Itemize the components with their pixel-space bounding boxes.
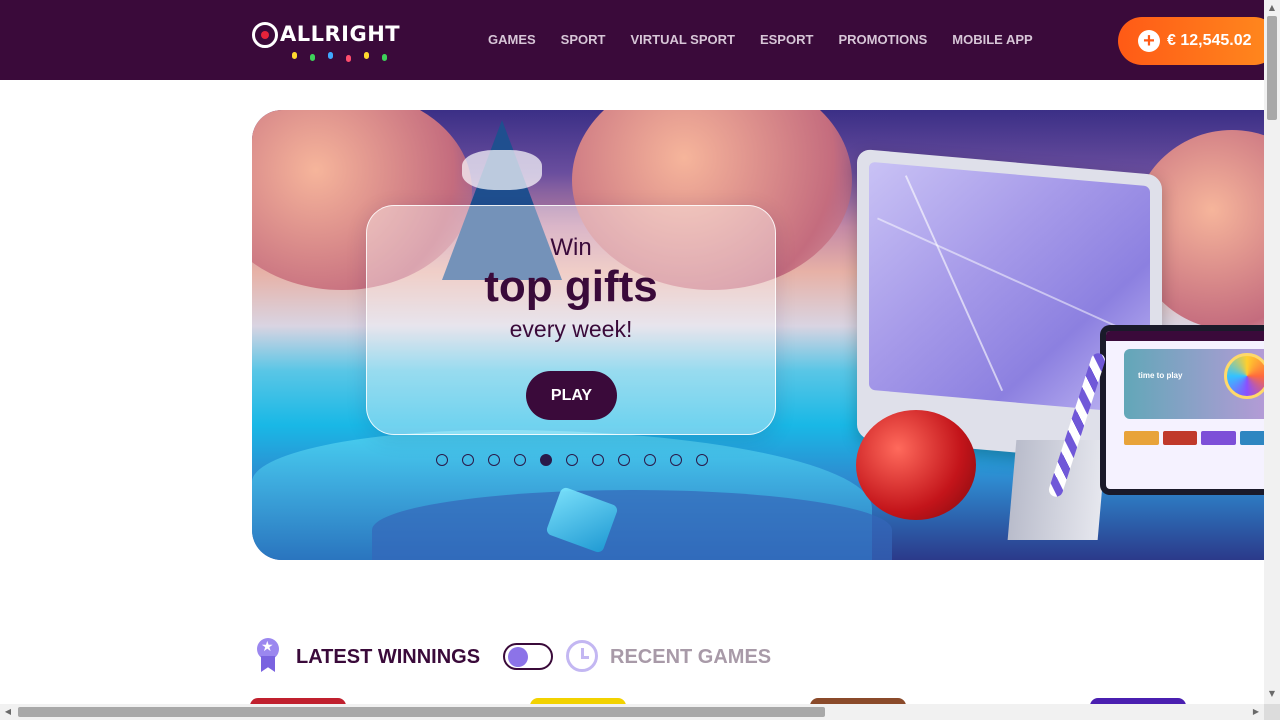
balance-deposit-button[interactable]: + € 12,545.02 bbox=[1118, 17, 1278, 65]
winnings-header: ★ LATEST WINNINGS RECENT GAMES bbox=[255, 636, 815, 676]
nav-esport[interactable]: ESPORT bbox=[760, 32, 813, 52]
wheel-icon bbox=[1224, 353, 1264, 399]
nav-games[interactable]: GAMES bbox=[488, 32, 536, 52]
scroll-up-arrow-icon[interactable]: ▲ bbox=[1264, 0, 1280, 16]
carousel-dot[interactable] bbox=[566, 454, 578, 466]
carousel-dot[interactable] bbox=[514, 454, 526, 466]
promo-headline: top gifts bbox=[484, 262, 658, 311]
carousel-dots bbox=[436, 454, 708, 466]
logo-lights-decoration bbox=[292, 50, 392, 62]
nav-promotions[interactable]: PROMOTIONS bbox=[838, 32, 927, 52]
vertical-scroll-thumb[interactable] bbox=[1267, 16, 1277, 120]
vertical-scrollbar[interactable]: ▲ ▼ bbox=[1264, 0, 1280, 704]
horizontal-scroll-thumb[interactable] bbox=[18, 707, 825, 717]
plus-icon: + bbox=[1138, 30, 1160, 52]
carousel-dot[interactable] bbox=[592, 454, 604, 466]
ice-decoration bbox=[372, 490, 892, 560]
main-nav: GAMES SPORT VIRTUAL SPORT ESPORT PROMOTI… bbox=[488, 32, 1058, 52]
laptop-hero: time to play bbox=[1124, 349, 1264, 419]
carousel-dot[interactable] bbox=[644, 454, 656, 466]
nav-sport[interactable]: SPORT bbox=[561, 32, 606, 52]
promo-line-1: Win bbox=[550, 234, 592, 261]
carousel-dot[interactable] bbox=[670, 454, 682, 466]
laptop-header-bar bbox=[1106, 331, 1264, 341]
horizontal-scrollbar[interactable]: ◀ ▶ bbox=[0, 704, 1264, 720]
winnings-toggle[interactable] bbox=[503, 643, 553, 670]
carousel-dot[interactable] bbox=[540, 454, 552, 466]
carousel-dot[interactable] bbox=[618, 454, 630, 466]
carousel-dot[interactable] bbox=[436, 454, 448, 466]
allright-logo[interactable]: ALLRIGHT bbox=[252, 18, 400, 64]
scroll-down-arrow-icon[interactable]: ▼ bbox=[1264, 686, 1280, 702]
laptop-games-row bbox=[1124, 431, 1264, 471]
logo-text: ALLRIGHT bbox=[280, 22, 401, 46]
laptop-illustration: time to play bbox=[1100, 325, 1264, 495]
medal-icon: ★ bbox=[255, 638, 281, 674]
carousel-dot[interactable] bbox=[462, 454, 474, 466]
clock-icon bbox=[566, 640, 598, 672]
promo-line-3: every week! bbox=[509, 316, 633, 342]
recent-games-tab[interactable]: RECENT GAMES bbox=[610, 646, 771, 669]
top-header: ALLRIGHT GAMES SPORT VIRTUAL SPORT ESPOR… bbox=[0, 0, 1278, 80]
red-apple-decoration bbox=[856, 410, 976, 520]
promo-card: Win top gifts every week! PLAY bbox=[366, 205, 776, 435]
nav-virtual-sport[interactable]: VIRTUAL SPORT bbox=[630, 32, 735, 52]
scroll-right-arrow-icon[interactable]: ▶ bbox=[1248, 704, 1264, 720]
laptop-screen: time to play bbox=[1106, 331, 1264, 489]
carousel-dot[interactable] bbox=[696, 454, 708, 466]
page: ALLRIGHT GAMES SPORT VIRTUAL SPORT ESPOR… bbox=[0, 0, 1280, 720]
carousel-dot[interactable] bbox=[488, 454, 500, 466]
play-button[interactable]: PLAY bbox=[526, 371, 617, 420]
toggle-knob bbox=[508, 647, 528, 667]
scrollbar-corner bbox=[1264, 704, 1280, 720]
nav-mobile-app[interactable]: MOBILE APP bbox=[952, 32, 1032, 52]
balance-amount: € 12,545.02 bbox=[1167, 32, 1252, 49]
scroll-left-arrow-icon[interactable]: ◀ bbox=[0, 704, 16, 720]
logo-ball-icon bbox=[252, 22, 278, 48]
latest-winnings-tab[interactable]: LATEST WINNINGS bbox=[296, 646, 480, 669]
laptop-hero-text: time to play bbox=[1138, 371, 1183, 380]
